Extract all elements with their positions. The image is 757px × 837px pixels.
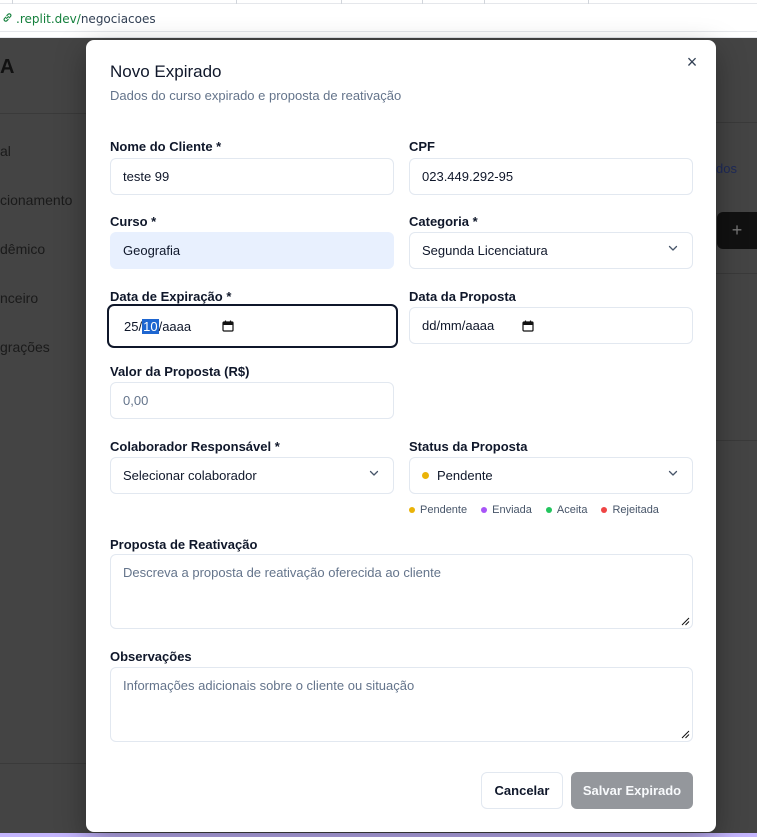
legend-label: Enviada bbox=[492, 504, 532, 516]
address-bar[interactable]: .replit.dev/negociacoes bbox=[2, 12, 156, 26]
expiration-date-label: Data de Expiração * bbox=[110, 289, 232, 304]
resize-handle-icon[interactable] bbox=[681, 730, 690, 739]
chevron-down-icon bbox=[369, 470, 379, 476]
collaborator-value: Selecionar colaborador bbox=[123, 468, 257, 483]
proposal-date-input[interactable]: dd/mm/aaaa bbox=[409, 307, 693, 344]
client-name-value: teste 99 bbox=[123, 169, 170, 184]
client-name-label: Nome do Cliente * bbox=[110, 139, 222, 154]
tab-separator bbox=[484, 0, 485, 4]
sidebar-item: nceiro bbox=[0, 290, 39, 306]
date-month-segment[interactable]: 10 bbox=[142, 318, 159, 334]
close-icon[interactable]: × bbox=[684, 53, 700, 71]
date-year-segment[interactable]: aaaa bbox=[162, 319, 191, 334]
proposal-value-label: Valor da Proposta (R$) bbox=[110, 364, 250, 379]
resize-handle-icon[interactable] bbox=[681, 617, 690, 626]
content-divider bbox=[716, 122, 757, 123]
legend-item: Pendente bbox=[409, 504, 467, 516]
reactivation-proposal-textarea[interactable]: Descreva a proposta de reativação oferec… bbox=[110, 554, 693, 629]
legend-item: Enviada bbox=[481, 504, 532, 516]
url-path: negociacoes bbox=[80, 12, 156, 26]
course-value: Geografia bbox=[123, 243, 181, 258]
category-label: Categoria * bbox=[409, 214, 478, 229]
reactivation-proposal-placeholder: Descreva a proposta de reativação oferec… bbox=[123, 565, 441, 580]
course-label: Curso * bbox=[110, 214, 157, 229]
cpf-input[interactable]: 023.449.292-95 bbox=[409, 158, 693, 195]
proposal-value-placeholder: 0,00 bbox=[123, 393, 149, 408]
cpf-label: CPF bbox=[409, 139, 435, 154]
sidebar-item: grações bbox=[0, 339, 50, 355]
status-legend: Pendente Enviada Aceita Rejeitada bbox=[409, 504, 659, 516]
date-day-segment[interactable]: 25 bbox=[124, 319, 138, 334]
course-input[interactable]: Geografia bbox=[110, 232, 394, 269]
background-link: dos bbox=[716, 161, 737, 176]
browser-toolbar: .replit.dev/negociacoes bbox=[0, 0, 757, 38]
tab-separator bbox=[341, 0, 342, 4]
save-expired-button[interactable]: Salvar Expirado bbox=[571, 772, 693, 809]
sidebar-item: al bbox=[0, 143, 11, 159]
proposal-status-label: Status da Proposta bbox=[409, 439, 528, 454]
legend-label: Pendente bbox=[420, 504, 468, 516]
cpf-value: 023.449.292-95 bbox=[422, 169, 514, 184]
legend-dot bbox=[409, 507, 415, 513]
app-logo: A bbox=[0, 56, 15, 78]
proposal-date-placeholder: dd/mm/aaaa bbox=[422, 318, 495, 333]
window-bottom-border bbox=[0, 833, 757, 837]
background-add-button: + bbox=[717, 212, 757, 249]
sidebar-item: dêmico bbox=[0, 241, 46, 257]
legend-dot bbox=[601, 507, 608, 513]
collaborator-label: Colaborador Responsável * bbox=[110, 439, 280, 454]
new-expired-dialog: × Novo Expirado Dados do curso expirado … bbox=[86, 40, 716, 832]
tab-separator bbox=[422, 0, 423, 4]
toolbar-divider bbox=[0, 31, 757, 32]
sidebar-divider bbox=[0, 113, 86, 114]
legend-label: Rejeitada bbox=[612, 504, 659, 516]
expiration-date-input[interactable]: 25/10/aaaa bbox=[107, 304, 398, 348]
tab-separator bbox=[236, 0, 237, 4]
observations-placeholder: Informações adicionais sobre o cliente o… bbox=[123, 678, 415, 693]
legend-item: Aceita bbox=[545, 504, 588, 516]
chevron-down-icon bbox=[668, 470, 678, 476]
link-icon bbox=[2, 12, 13, 26]
tab-separator bbox=[12, 0, 13, 4]
cancel-button[interactable]: Cancelar bbox=[481, 772, 563, 809]
proposal-status-select[interactable]: Pendente bbox=[409, 457, 693, 494]
legend-label: Aceita bbox=[556, 504, 588, 516]
content-divider bbox=[716, 273, 757, 274]
url-host: .replit.dev/ bbox=[16, 12, 81, 26]
calendar-icon[interactable] bbox=[522, 320, 534, 332]
dialog-title: Novo Expirado bbox=[110, 62, 222, 81]
proposal-status-value: Pendente bbox=[437, 468, 493, 483]
sidebar-item: cionamento bbox=[0, 192, 73, 208]
proposal-date-label: Data da Proposta bbox=[409, 289, 516, 304]
legend-item: Rejeitada bbox=[601, 504, 659, 516]
dialog-subtitle: Dados do curso expirado e proposta de re… bbox=[110, 88, 402, 103]
observations-textarea[interactable]: Informações adicionais sobre o cliente o… bbox=[110, 667, 693, 742]
content-divider bbox=[716, 440, 757, 441]
tab-separator bbox=[588, 0, 589, 4]
category-select[interactable]: Segunda Licenciatura bbox=[409, 232, 693, 269]
legend-dot bbox=[545, 507, 552, 513]
proposal-value-input[interactable]: 0,00 bbox=[110, 382, 394, 419]
calendar-icon[interactable] bbox=[222, 320, 234, 332]
client-name-input[interactable]: teste 99 bbox=[110, 158, 394, 195]
tab-strip bbox=[0, 0, 757, 4]
category-value: Segunda Licenciatura bbox=[422, 243, 548, 258]
reactivation-proposal-label: Proposta de Reativação bbox=[110, 537, 258, 552]
chevron-down-icon bbox=[668, 245, 678, 251]
sidebar-divider bbox=[0, 763, 86, 764]
legend-dot bbox=[481, 507, 488, 513]
status-dot bbox=[422, 472, 429, 479]
collaborator-select[interactable]: Selecionar colaborador bbox=[110, 457, 394, 494]
observations-label: Observações bbox=[110, 649, 192, 664]
